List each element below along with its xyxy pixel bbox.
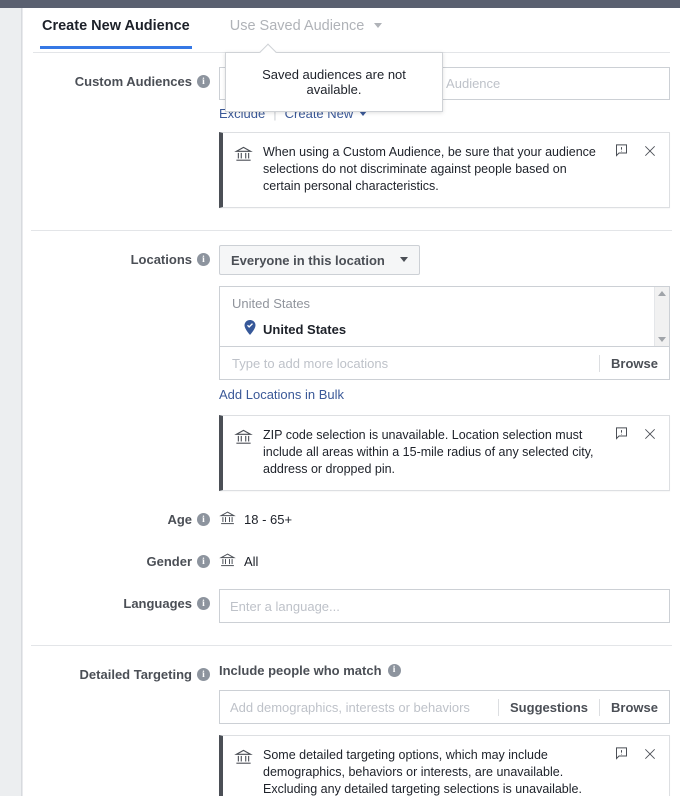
locations-label-group: Locations i [23, 245, 219, 267]
location-scope-dropdown[interactable]: Everyone in this location [219, 245, 420, 275]
scroll-down-icon[interactable] [658, 337, 666, 342]
list-item-label: United States [263, 321, 347, 337]
locations-browse-button[interactable]: Browse [599, 354, 669, 372]
age-label: Age [167, 512, 192, 527]
window-top-bar [0, 0, 680, 8]
gender-value-row: All [219, 547, 670, 575]
chevron-down-icon [374, 22, 383, 28]
detailed-targeting-label: Detailed Targeting [79, 667, 192, 682]
audience-panel: Create New Audience Use Saved Audience C… [23, 8, 680, 796]
saved-audience-tooltip: Saved audiences are not available. [225, 43, 443, 112]
age-value-row: 18 - 65+ [219, 505, 670, 533]
info-icon[interactable]: i [197, 668, 210, 681]
detailed-targeting-row: Detailed Targeting i Include people who … [23, 660, 680, 796]
list-item[interactable]: United States [232, 320, 657, 338]
bank-icon [234, 428, 253, 452]
detailed-targeting-input[interactable]: Add demographics, interests or behaviors [230, 700, 470, 715]
locations-scrollbar[interactable] [654, 287, 669, 346]
locations-notice-text: ZIP code selection is unavailable. Locat… [263, 428, 594, 476]
detailed-targeting-browse-button[interactable]: Browse [599, 698, 669, 716]
tab-use-saved-audience[interactable]: Use Saved Audience [228, 8, 385, 46]
info-icon[interactable]: i [197, 555, 210, 568]
notice-actions [614, 143, 657, 163]
tab-create-new-audience-label: Create New Audience [42, 18, 190, 34]
suggestions-button[interactable]: Suggestions [498, 698, 599, 716]
locations-group-header: United States [232, 296, 311, 311]
info-icon[interactable]: i [197, 597, 210, 610]
gender-row: Gender i All [23, 547, 680, 575]
age-field: 18 - 65+ [219, 505, 670, 533]
age-value: 18 - 65+ [244, 511, 293, 527]
ads-audience-editor: Create New Audience Use Saved Audience C… [0, 0, 680, 796]
locations-label: Locations [130, 252, 192, 267]
info-icon[interactable]: i [197, 253, 210, 266]
locations-row: Locations i Everyone in this location Un… [23, 245, 680, 491]
info-icon[interactable]: i [197, 75, 210, 88]
tab-use-saved-audience-label: Use Saved Audience [229, 18, 365, 34]
age-label-group: Age i [23, 505, 219, 527]
saved-audience-tooltip-text: Saved audiences are not available. [262, 67, 406, 97]
gender-value: All [244, 553, 259, 569]
bank-icon [234, 145, 253, 169]
age-row: Age i 18 - 65+ [23, 505, 680, 533]
gender-field: All [219, 547, 670, 575]
bank-icon [234, 748, 253, 772]
locations-field: Everyone in this location United States [219, 245, 670, 491]
languages-placeholder: Enter a language... [230, 598, 340, 614]
gender-label-group: Gender i [23, 547, 219, 569]
section-divider-locations [31, 230, 672, 231]
chevron-down-icon [399, 256, 408, 262]
include-people-who-match-label-group: Include people who match i [219, 660, 670, 680]
location-scope-value: Everyone in this location [231, 252, 385, 268]
detailed-targeting-label-group: Detailed Targeting i [23, 660, 219, 682]
custom-audiences-label-group: Custom Audiences i [23, 67, 219, 89]
feedback-icon[interactable] [614, 426, 629, 446]
left-gutter [0, 8, 22, 796]
gender-label: Gender [146, 554, 192, 569]
close-icon[interactable] [643, 144, 657, 163]
bank-icon [219, 552, 236, 572]
locations-inline-actions: Browse [599, 354, 669, 372]
detailed-targeting-notice-text: Some detailed targeting options, which m… [263, 748, 582, 796]
locations-search-input[interactable]: Type to add more locations [232, 356, 388, 371]
add-locations-in-bulk-link[interactable]: Add Locations in Bulk [219, 387, 344, 402]
custom-audiences-notice: When using a Custom Audience, be sure th… [219, 132, 670, 208]
notice-actions [614, 746, 657, 766]
feedback-icon[interactable] [614, 143, 629, 163]
custom-audiences-label: Custom Audiences [74, 74, 192, 89]
section-divider-detailed-targeting [31, 645, 672, 646]
bank-icon [219, 510, 236, 530]
languages-label-group: Languages i [23, 589, 219, 611]
selected-locations-list: United States United States [220, 287, 669, 346]
detailed-targeting-actions: Suggestions Browse [498, 698, 669, 716]
custom-audiences-notice-text: When using a Custom Audience, be sure th… [263, 145, 596, 193]
notice-actions [614, 426, 657, 446]
close-icon[interactable] [643, 427, 657, 446]
detailed-targeting-input-row: Add demographics, interests or behaviors… [219, 690, 670, 724]
languages-label: Languages [123, 596, 192, 611]
detailed-targeting-field: Include people who match i Add demograph… [219, 660, 670, 796]
include-people-who-match-label: Include people who match [219, 662, 382, 678]
close-icon[interactable] [643, 747, 657, 766]
scroll-up-icon[interactable] [658, 291, 666, 296]
locations-notice: ZIP code selection is unavailable. Locat… [219, 415, 670, 491]
audience-mode-tabs: Create New Audience Use Saved Audience [23, 8, 680, 52]
info-icon[interactable]: i [387, 663, 401, 677]
tab-create-new-audience[interactable]: Create New Audience [40, 8, 192, 49]
languages-field: Enter a language... [219, 589, 670, 623]
locations-box: United States United States Type to add … [219, 286, 670, 380]
map-pin-check-icon [244, 320, 256, 338]
locations-search-row: Type to add more locations Browse [220, 346, 669, 379]
languages-row: Languages i Enter a language... [23, 589, 680, 623]
languages-input[interactable]: Enter a language... [219, 589, 670, 623]
detailed-targeting-notice: Some detailed targeting options, which m… [219, 735, 670, 796]
info-icon[interactable]: i [197, 513, 210, 526]
feedback-icon[interactable] [614, 746, 629, 766]
